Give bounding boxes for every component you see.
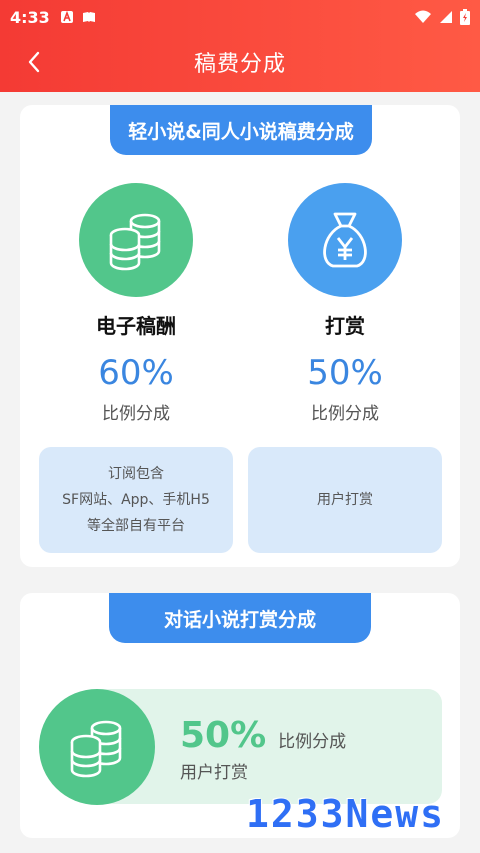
ebook-royalty-percent: 60% bbox=[98, 353, 174, 393]
ebook-royalty-info-box: 订阅包含 SF网站、App、手机H5 等全部自有平台 bbox=[39, 447, 233, 553]
wifi-icon bbox=[415, 10, 431, 23]
info-line: 用户打赏 bbox=[317, 492, 373, 508]
tip-percent: 50% bbox=[307, 353, 383, 393]
tip-share-subtitle: 用户打赏 bbox=[180, 763, 248, 783]
app-header: 4:33 稿费分成 bbox=[0, 0, 480, 92]
ebook-royalty-label: 比例分成 bbox=[102, 404, 170, 424]
ebook-royalty-icon-circle bbox=[79, 183, 193, 297]
tip-info-box: 用户打赏 bbox=[248, 447, 442, 553]
ebook-royalty-column: 电子稿酬 60% 比例分成 bbox=[26, 183, 246, 424]
back-button[interactable] bbox=[16, 44, 52, 80]
info-line: SF网站、App、手机H5 bbox=[62, 492, 210, 508]
light-novel-royalty-card: 轻小说&同人小说稿费分成 电子稿酬 60% 比例分成 打赏 50% 比例分成 订… bbox=[20, 105, 460, 567]
money-bag-icon bbox=[323, 212, 367, 268]
back-arrow-icon bbox=[28, 51, 40, 73]
tip-share-text: 50% 比例分成 用户打赏 bbox=[180, 715, 346, 783]
watermark-logo: 1233News bbox=[246, 792, 446, 836]
status-bar: 4:33 bbox=[0, 0, 480, 34]
coins-icon bbox=[70, 720, 122, 778]
notification-book-icon bbox=[82, 12, 95, 22]
section-header: 对话小说打赏分成 bbox=[109, 593, 371, 643]
section-header: 轻小说&同人小说稿费分成 bbox=[110, 105, 372, 155]
coins-icon bbox=[109, 213, 161, 271]
nav-bar: 稿费分成 bbox=[0, 34, 480, 90]
tip-share-label: 比例分成 bbox=[278, 732, 347, 752]
notification-a-icon bbox=[60, 10, 73, 23]
info-line: 订阅包含 bbox=[108, 466, 164, 482]
tip-column: 打赏 50% 比例分成 bbox=[235, 183, 455, 424]
signal-icon bbox=[440, 11, 452, 23]
ebook-royalty-title: 电子稿酬 bbox=[96, 314, 176, 338]
tip-title: 打赏 bbox=[325, 314, 365, 338]
status-time: 4:33 bbox=[10, 7, 50, 27]
tip-label: 比例分成 bbox=[311, 404, 379, 424]
info-line: 等全部自有平台 bbox=[87, 518, 185, 534]
tip-share-icon-circle bbox=[39, 689, 155, 805]
page-title: 稿费分成 bbox=[193, 52, 286, 77]
tip-share-percent: 50% bbox=[180, 715, 267, 756]
battery-icon bbox=[460, 9, 470, 25]
tip-icon-circle bbox=[288, 183, 402, 297]
